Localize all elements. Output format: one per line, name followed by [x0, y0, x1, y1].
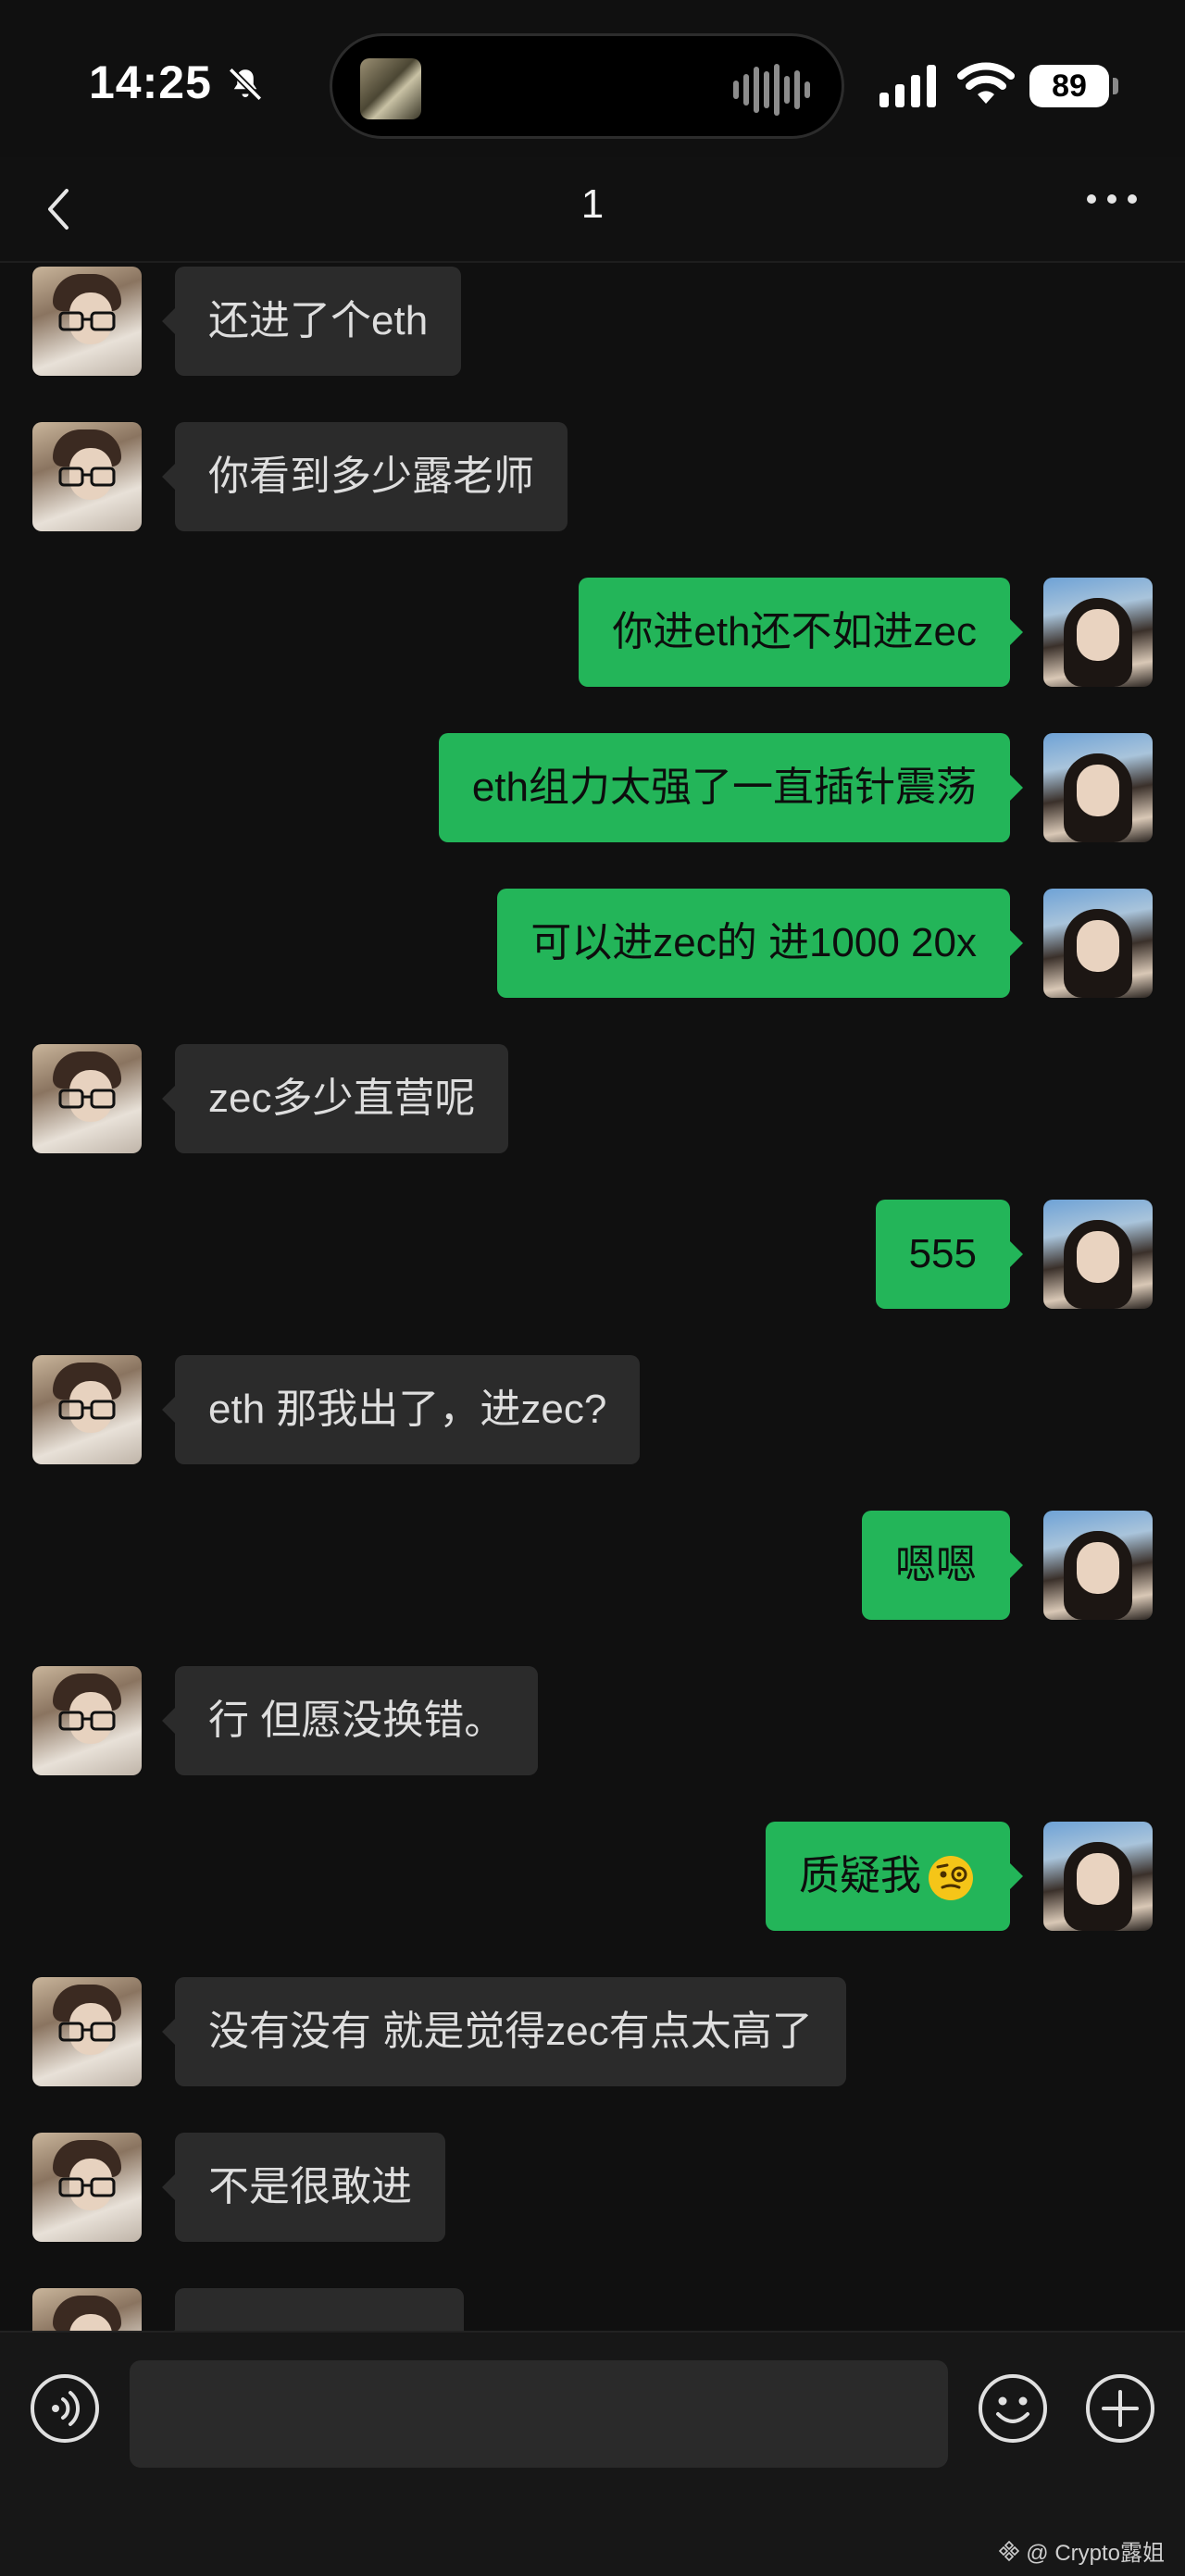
message-row [0, 2273, 1185, 2331]
message-row: 还进了个eth [0, 263, 1185, 376]
message-row: 不是很敢进 [0, 2118, 1185, 2242]
my-avatar[interactable] [1043, 1200, 1153, 1309]
outgoing-message-bubble[interactable]: 质疑我 [766, 1822, 1023, 1931]
status-time: 14:25 [89, 56, 212, 108]
outgoing-message-bubble[interactable]: 嗯嗯 [862, 1511, 1023, 1620]
more-options-icon[interactable] [1087, 194, 1137, 204]
contact-avatar[interactable] [32, 1355, 142, 1464]
outgoing-message-bubble[interactable]: 555 [875, 1200, 1024, 1309]
message-input-bar: @ Crypto露姐 [0, 2331, 1185, 2576]
incoming-message-bubble[interactable]: 你看到多少露老师 [162, 422, 568, 531]
my-avatar[interactable] [1043, 733, 1153, 842]
now-playing-thumbnail [360, 58, 421, 119]
watermark: @ Crypto露姐 [998, 2534, 1165, 2567]
incoming-message-bubble[interactable]: eth 那我出了，进zec? [161, 1355, 641, 1464]
outgoing-message-bubble[interactable]: 可以进zec的 进1000 20x [497, 889, 1023, 998]
voice-input-icon[interactable] [30, 2373, 100, 2444]
contact-avatar[interactable] [32, 1044, 142, 1153]
message-row: 你进eth还不如进zec [0, 563, 1185, 687]
binance-logo-icon [999, 2540, 1020, 2561]
message-row: eth 那我出了，进zec? [0, 1340, 1185, 1464]
my-avatar[interactable] [1043, 1511, 1153, 1620]
battery-tip [1113, 78, 1118, 94]
message-text-input[interactable] [130, 2360, 948, 2468]
message-row: eth组力太强了一直插针震荡 [0, 718, 1185, 842]
contact-avatar[interactable] [32, 1666, 142, 1775]
message-row: 行 但愿没换错。 [0, 1651, 1185, 1775]
contact-avatar[interactable] [32, 422, 142, 531]
incoming-message-bubble[interactable]: 还进了个eth [161, 267, 462, 376]
message-row: 质疑我 [0, 1807, 1185, 1931]
incoming-message-bubble[interactable]: 没有没有 就是觉得zec有点太高了 [162, 1977, 846, 2086]
message-row: 可以进zec的 进1000 20x [0, 874, 1185, 998]
status-bar: 14:25 89 [0, 0, 1185, 157]
my-avatar[interactable] [1043, 578, 1153, 687]
message-list[interactable]: 还进了个eth 你看到多少露老师 你进eth还不如进zec eth组力太强了一直… [0, 263, 1185, 2331]
chat-header: 1 [0, 157, 1185, 263]
incoming-message-bubble[interactable]: 不是很敢进 [162, 2133, 445, 2242]
outgoing-message-bubble[interactable]: eth组力太强了一直插针震荡 [438, 733, 1024, 842]
contact-avatar[interactable] [32, 2133, 142, 2242]
incoming-message-bubble[interactable]: zec多少直营呢 [161, 1044, 509, 1153]
cellular-signal-icon [879, 65, 936, 107]
contact-avatar[interactable] [32, 267, 142, 376]
audio-waveform-icon [733, 64, 810, 116]
message-row: 你看到多少露老师 [0, 407, 1185, 531]
contact-avatar[interactable] [32, 2288, 142, 2331]
message-row: 555 [0, 1185, 1185, 1309]
message-row: 没有没有 就是觉得zec有点太高了 [0, 1962, 1185, 2086]
message-row: 嗯嗯 [0, 1496, 1185, 1620]
incoming-message-bubble[interactable] [162, 2288, 464, 2331]
outgoing-message-bubble[interactable]: 你进eth还不如进zec [579, 578, 1023, 687]
wifi-icon [957, 62, 1015, 104]
watermark-text: @ Crypto露姐 [1026, 2541, 1165, 2566]
bell-muted-icon [228, 67, 263, 102]
message-row: zec多少直营呢 [0, 1029, 1185, 1153]
message-text: 质疑我 [799, 1853, 921, 1898]
add-attachment-icon[interactable] [1085, 2373, 1155, 2444]
emoji-icon[interactable] [978, 2373, 1048, 2444]
face-with-monocle-icon [929, 1856, 973, 1901]
dynamic-island[interactable] [330, 33, 844, 139]
contact-avatar[interactable] [32, 1977, 142, 2086]
chat-title: 1 [580, 181, 605, 227]
battery-indicator: 89 [1029, 65, 1109, 107]
my-avatar[interactable] [1043, 889, 1153, 998]
my-avatar[interactable] [1043, 1822, 1153, 1931]
incoming-message-bubble[interactable]: 行 但愿没换错。 [161, 1666, 539, 1775]
